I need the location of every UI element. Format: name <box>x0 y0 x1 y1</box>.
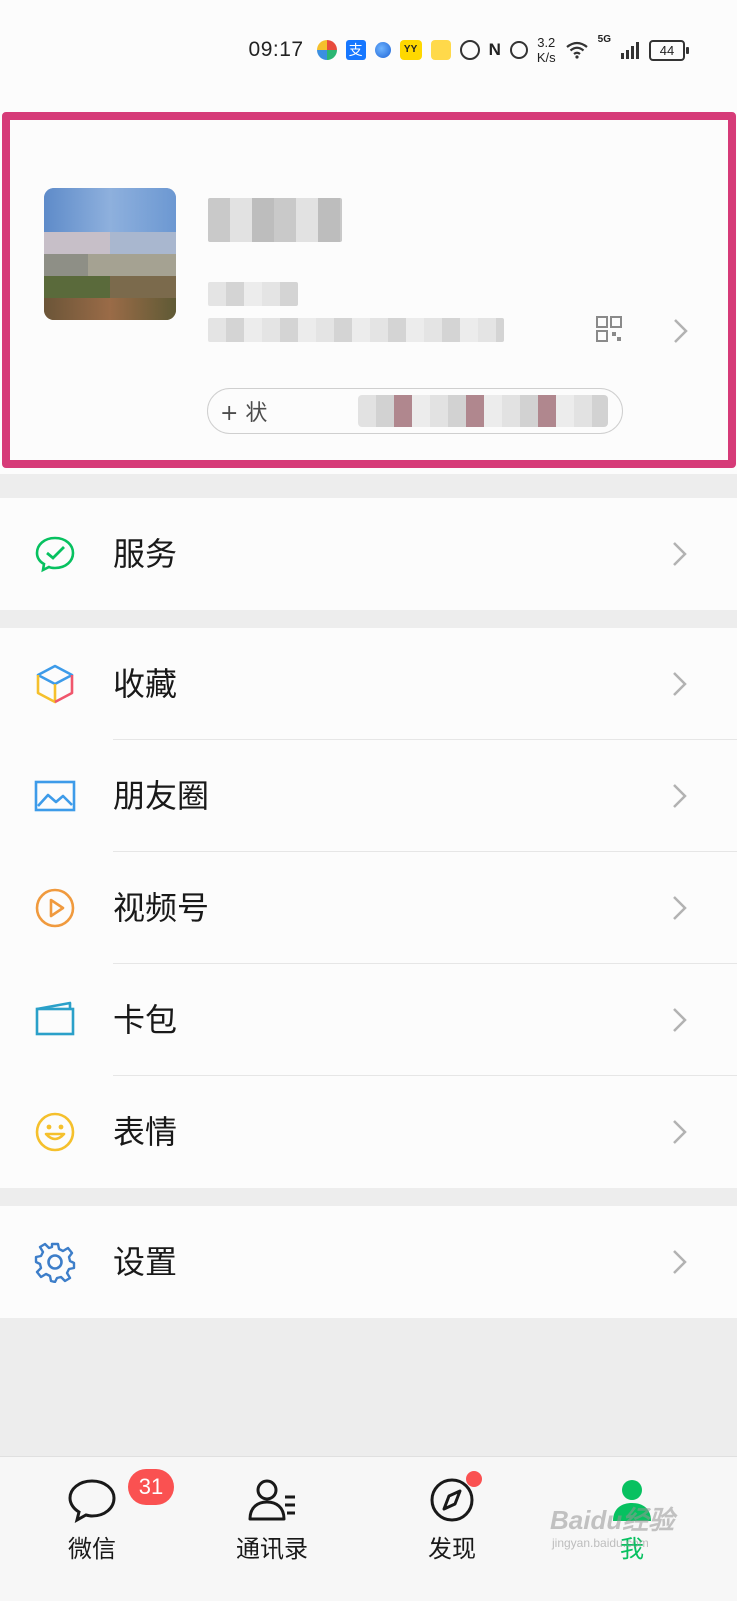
chevron-right-icon <box>673 1008 687 1032</box>
browser-icon <box>374 42 391 58</box>
menu-item-stickers[interactable]: 表情 <box>0 1076 737 1188</box>
add-status-button[interactable]: + 状 <box>207 388 623 434</box>
menu-label-service: 服务 <box>113 535 178 573</box>
watermark-sub: jingyan.baidu.com <box>552 1536 649 1550</box>
battery-indicator: 44 <box>649 39 689 61</box>
gear-icon <box>34 1242 76 1283</box>
chevron-right-icon <box>673 784 687 808</box>
menu-item-card-wallet[interactable]: 卡包 <box>0 964 737 1076</box>
card-icon <box>35 1001 75 1036</box>
status-time: 09:17 <box>248 38 304 61</box>
menu-item-settings[interactable]: 设置 <box>0 1206 737 1318</box>
menu-group-settings: 设置 <box>0 1206 737 1318</box>
wechat-id-blurred <box>208 282 298 306</box>
nfc-icon: N <box>488 40 501 59</box>
service-check-icon <box>35 536 75 573</box>
cube-icon <box>36 664 74 704</box>
menu-group-service: 服务 <box>0 498 737 610</box>
vpn-icon <box>459 40 480 60</box>
menu-item-channels[interactable]: 视频号 <box>0 852 737 964</box>
wifi-icon <box>565 41 588 59</box>
contacts-icon <box>248 1479 295 1521</box>
friends-status-blurred <box>358 395 608 427</box>
chats-unread-badge: 31 <box>128 1469 174 1505</box>
chevron-right-icon <box>673 1120 687 1144</box>
tab-label-chats: 微信 <box>68 1535 116 1563</box>
avatar[interactable] <box>44 188 176 320</box>
net-speed: 3.2 K/s <box>537 35 556 65</box>
add-status-label: + 状 <box>220 401 268 426</box>
chevron-right-icon <box>673 896 687 920</box>
tab-chats[interactable]: 31 微信 <box>22 1457 174 1601</box>
chevron-right-icon <box>673 542 687 566</box>
smiley-icon <box>35 1112 75 1152</box>
status-icons: 09:17 支 YY N 3.2 K/s 5G 44 <box>248 34 689 66</box>
watermark: Baidu经验 <box>550 1505 675 1535</box>
tab-contacts[interactable]: 通讯录 <box>202 1457 342 1601</box>
picture-icon <box>34 780 76 812</box>
menu-label-stickers: 表情 <box>113 1113 178 1151</box>
menu-group-main: 收藏 朋友圈 视频号 卡包 表情 <box>0 628 737 1188</box>
profile-chevron-icon[interactable] <box>670 318 692 344</box>
menu-label-card-wallet: 卡包 <box>113 1001 178 1039</box>
profile-info-blurred <box>208 318 504 342</box>
mascot-app-icon <box>430 40 451 60</box>
menu-item-service[interactable]: 服务 <box>0 498 737 610</box>
menu-label-favorites: 收藏 <box>113 665 178 703</box>
menu-label-settings: 设置 <box>113 1243 178 1281</box>
menu-label-channels: 视频号 <box>113 889 210 927</box>
nickname-blurred <box>208 198 342 242</box>
yy-icon: YY <box>399 40 422 60</box>
discover-new-dot <box>466 1471 482 1487</box>
chevron-right-icon <box>673 1250 687 1274</box>
chat-bubble-icon <box>68 1479 116 1523</box>
tab-label-discover: 发现 <box>428 1535 476 1563</box>
alarm-icon <box>509 41 528 59</box>
status-bar: 09:17 支 YY N 3.2 K/s 5G 44 <box>0 0 737 100</box>
menu-item-moments[interactable]: 朋友圈 <box>0 740 737 852</box>
tab-discover[interactable]: 发现 <box>382 1457 522 1601</box>
net-speed-value: 3.2 <box>537 35 556 50</box>
alipay-icon: 支 <box>345 40 366 60</box>
network-type: 5G <box>597 34 611 45</box>
chevron-right-icon <box>673 672 687 696</box>
qr-code-icon[interactable] <box>596 316 622 342</box>
signal-icon <box>621 42 639 59</box>
menu-item-favorites[interactable]: 收藏 <box>0 628 737 740</box>
menu-label-moments: 朋友圈 <box>113 777 210 815</box>
app-notification-icon <box>316 40 337 60</box>
play-circle-icon <box>35 888 75 928</box>
net-speed-unit: K/s <box>536 50 556 65</box>
tab-label-contacts: 通讯录 <box>236 1535 308 1563</box>
